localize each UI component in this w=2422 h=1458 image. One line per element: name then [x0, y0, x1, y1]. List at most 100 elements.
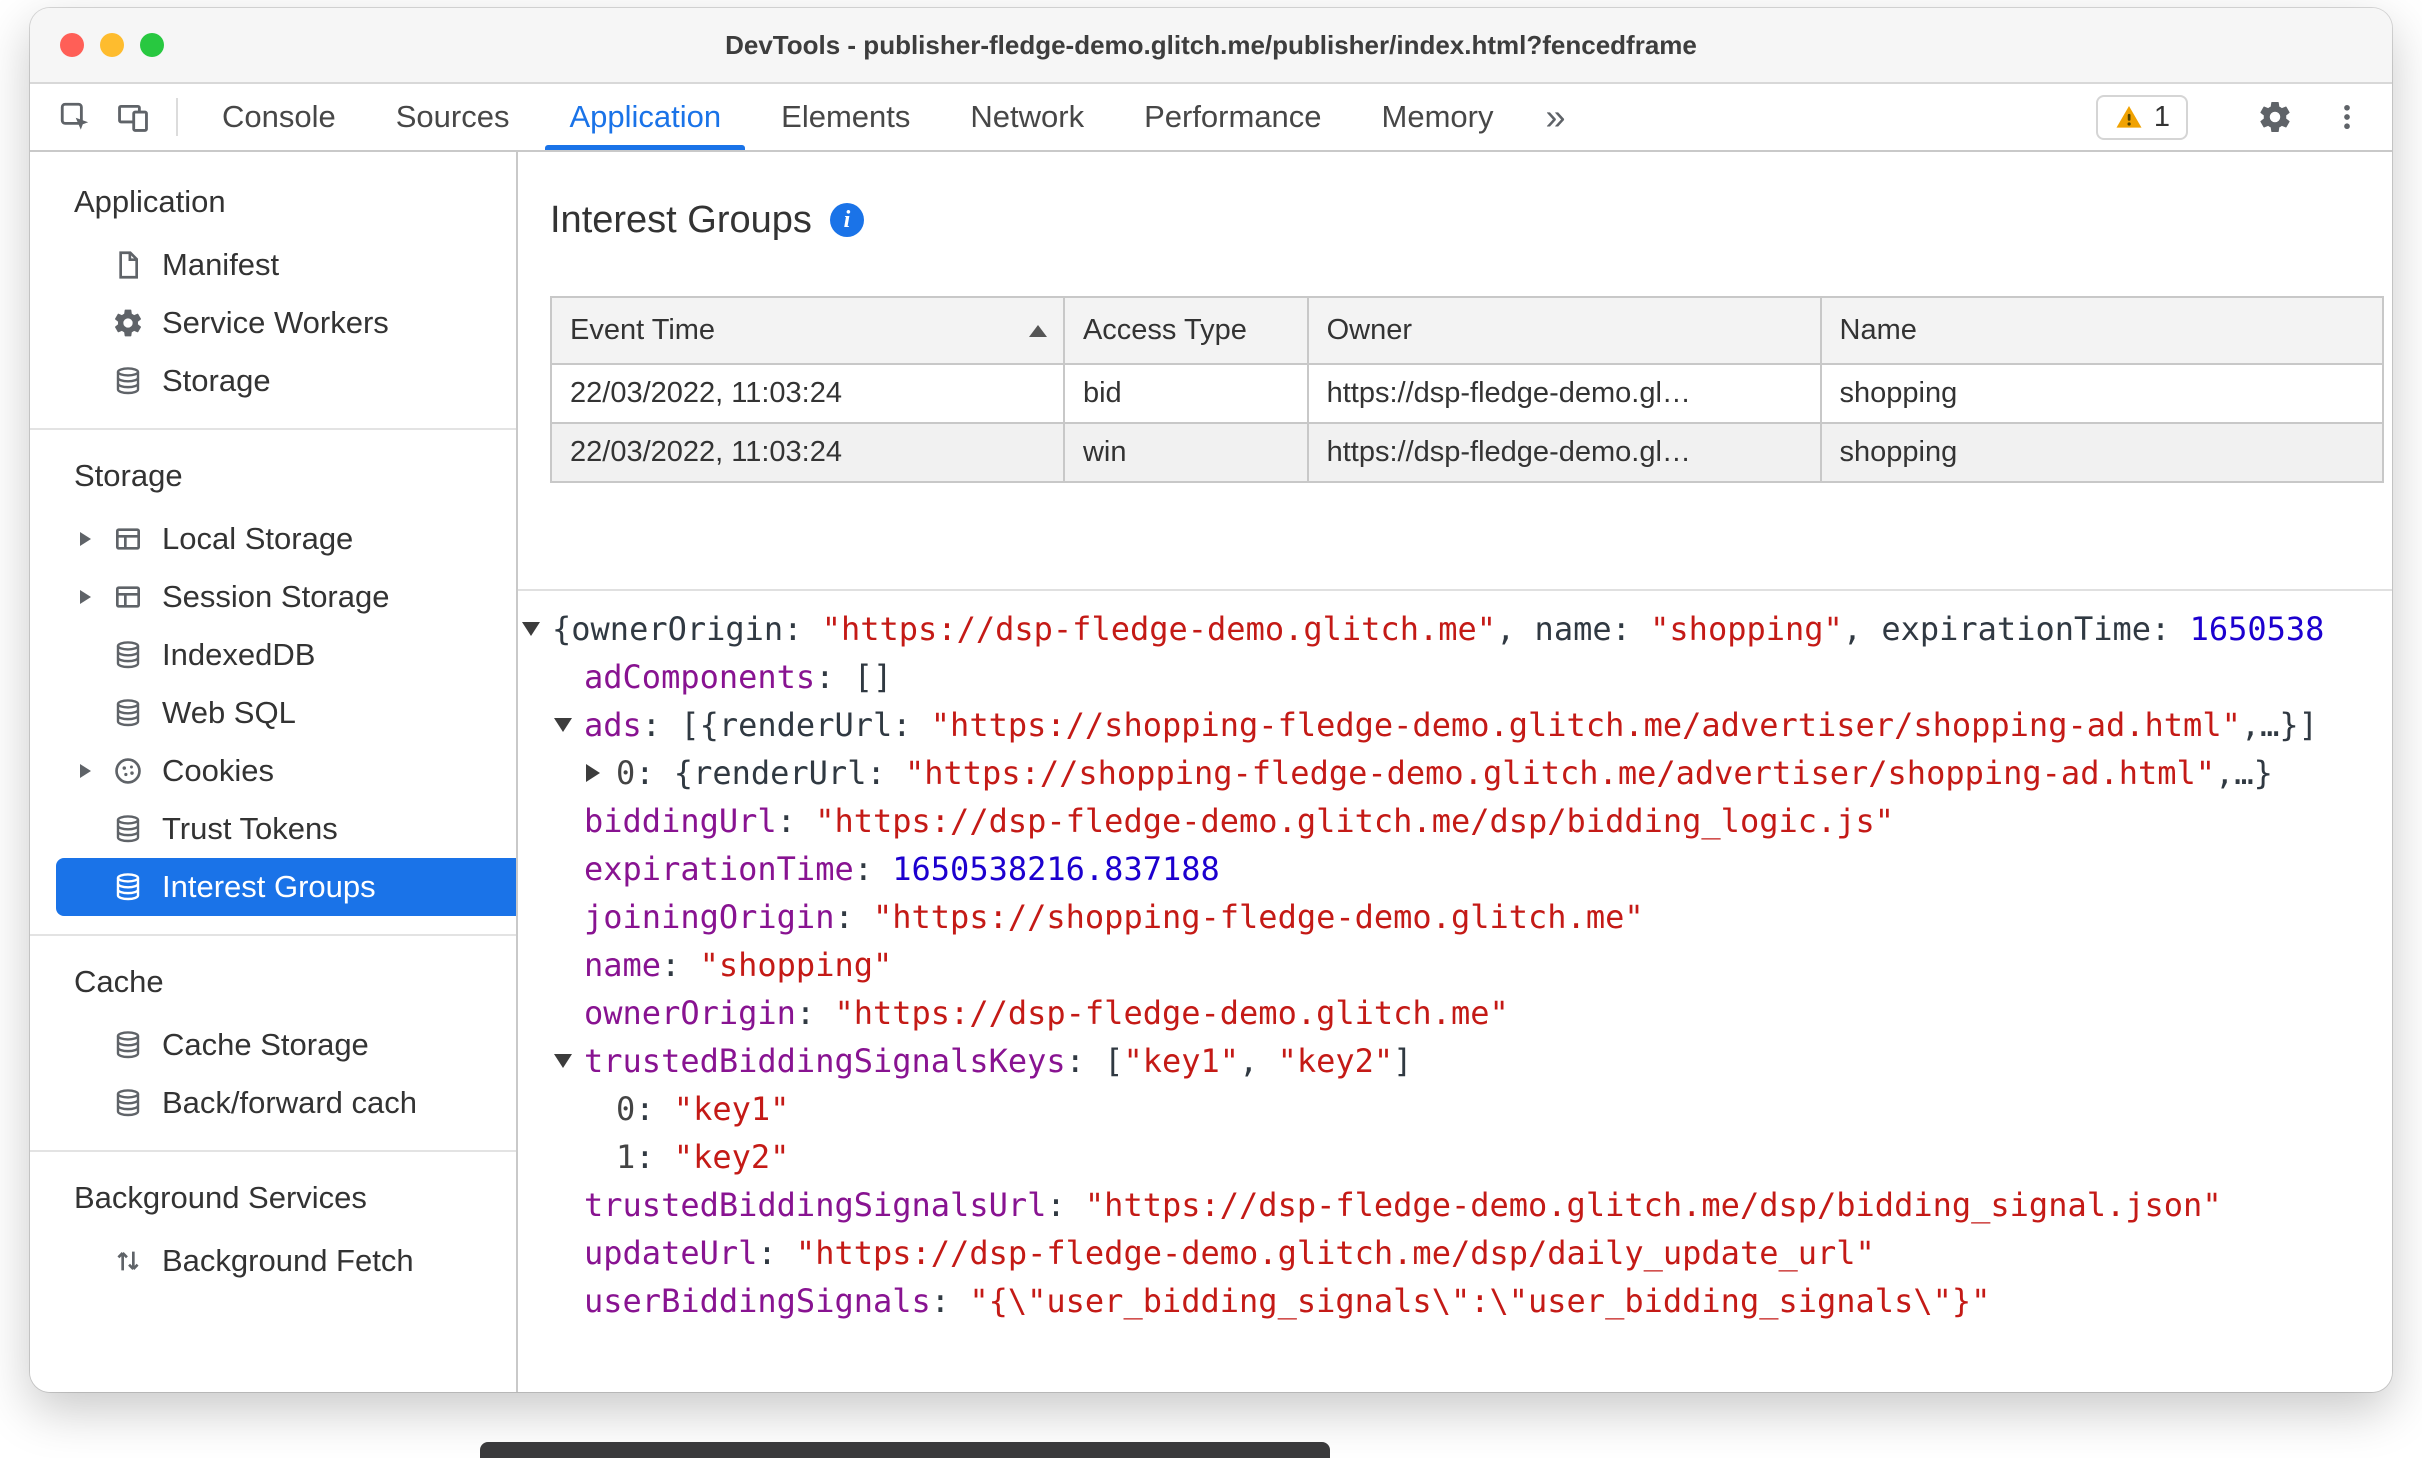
tree-line[interactable]: 0: {renderUrl: "https://shopping-fledge-… [586, 749, 2392, 797]
info-icon[interactable]: i [829, 203, 864, 237]
tree-line[interactable]: expirationTime: 1650538216.837188 [554, 845, 2392, 893]
tree-line-text: biddingUrl: "https://dsp-fledge-demo.gli… [584, 802, 1895, 840]
sidebar-item-storage[interactable]: Storage [30, 352, 516, 410]
table-cell: win [1062, 422, 1309, 483]
sidebar-item-manifest[interactable]: Manifest [30, 236, 516, 294]
tree-line-text: 0: "key1" [616, 1090, 790, 1128]
traffic-lights [60, 33, 164, 57]
tree-line-text: {ownerOrigin: "https://dsp-fledge-demo.g… [552, 610, 2325, 648]
sidebar-item-label: Storage [162, 363, 271, 398]
column-header-name[interactable]: Name [1819, 296, 2385, 365]
table-cell: 22/03/2022, 11:03:24 [550, 422, 1065, 483]
up-down-icon [110, 1243, 146, 1279]
tab-sources[interactable]: Sources [366, 84, 540, 150]
tree-line[interactable]: 1: "key2" [586, 1133, 2392, 1181]
page-title: Interest Groups [550, 198, 812, 241]
kebab-menu-icon[interactable] [2318, 100, 2376, 134]
tree-line[interactable]: trustedBiddingSignalsKeys: ["key1", "key… [554, 1037, 2392, 1085]
sidebar-item-label: Back/forward cach [162, 1085, 417, 1120]
sidebar-item-service-workers[interactable]: Service Workers [30, 294, 516, 352]
tab-elements[interactable]: Elements [751, 84, 940, 150]
disclosure-expanded-icon[interactable] [554, 718, 584, 732]
sidebar-item-cookies[interactable]: Cookies [30, 742, 516, 800]
table-cell: https://dsp-fledge-demo.gl… [1306, 422, 1822, 483]
tree-line[interactable]: joiningOrigin: "https://shopping-fledge-… [554, 893, 2392, 941]
tree-line[interactable]: adComponents: [] [554, 653, 2392, 701]
sidebar-item-background-fetch[interactable]: Background Fetch [30, 1232, 516, 1290]
tree-line[interactable]: 0: "key1" [586, 1085, 2392, 1133]
sidebar-item-label: Cache Storage [162, 1027, 369, 1062]
sidebar-item-label: Service Workers [162, 305, 389, 340]
window-titlebar: DevTools - publisher-fledge-demo.glitch.… [30, 8, 2392, 84]
sidebar-item-indexeddb[interactable]: IndexedDB [30, 626, 516, 684]
inspect-cursor-icon[interactable] [46, 84, 104, 150]
column-header-access-type[interactable]: Access Type [1062, 296, 1309, 365]
sidebar-section-header: Background Services [74, 1180, 367, 1215]
sidebar-item-cache-storage[interactable]: Cache Storage [30, 1016, 516, 1074]
tree-line[interactable]: ads: [{renderUrl: "https://shopping-fled… [554, 701, 2392, 749]
zoom-button[interactable] [140, 33, 164, 57]
sidebar-item-back-forward-cach[interactable]: Back/forward cach [30, 1074, 516, 1132]
column-header-owner[interactable]: Owner [1306, 296, 1822, 365]
devtools-body: Application Manifest Service Workers Storag… [30, 152, 2392, 1392]
sidebar-section-header: Cache [74, 964, 164, 999]
disclosure-collapsed-icon[interactable] [586, 764, 616, 782]
sidebar-section-cache: Cache Cache Storage Back/forward cach [30, 934, 516, 1150]
tree-line[interactable]: userBiddingSignals: "{\"user_bidding_sig… [554, 1277, 2392, 1325]
tree-line[interactable]: ownerOrigin: "https://dsp-fledge-demo.gl… [554, 989, 2392, 1037]
sidebar-section-storage: Storage Local Storage Session Storage Index… [30, 428, 516, 934]
sidebar-item-label: Session Storage [162, 579, 390, 614]
background-dock-fragment [480, 1442, 1330, 1458]
tree-line[interactable]: trustedBiddingSignalsUrl: "https://dsp-f… [554, 1181, 2392, 1229]
tab-console[interactable]: Console [192, 84, 366, 150]
sidebar-item-trust-tokens[interactable]: Trust Tokens [30, 800, 516, 858]
sidebar-item-session-storage[interactable]: Session Storage [30, 568, 516, 626]
tree-line-text: adComponents: [] [584, 658, 893, 696]
disclosure-expanded-icon[interactable] [522, 622, 552, 636]
table-row[interactable]: 22/03/2022, 11:03:24 win https://dsp-fledg… [550, 422, 2385, 483]
expand-chevron-icon[interactable] [80, 764, 110, 778]
sidebar-item-label: Web SQL [162, 695, 296, 730]
more-tabs-button[interactable]: » [1524, 84, 1588, 150]
tree-line-text: 1: "key2" [616, 1138, 790, 1176]
tree-line[interactable]: {ownerOrigin: "https://dsp-fledge-demo.g… [522, 605, 2392, 653]
tab-application[interactable]: Application [539, 84, 751, 150]
sidebar-item-web-sql[interactable]: Web SQL [30, 684, 516, 742]
sidebar-item-interest-groups[interactable]: Interest Groups [56, 858, 516, 916]
settings-gear-icon[interactable] [2246, 99, 2304, 135]
tab-performance[interactable]: Performance [1114, 84, 1351, 150]
sidebar-item-label: Cookies [162, 753, 274, 788]
tree-line-text: name: "shopping" [584, 946, 893, 984]
table-cell: shopping [1819, 422, 2385, 483]
table-icon [110, 521, 146, 557]
tab-memory[interactable]: Memory [1352, 84, 1524, 150]
warning-triangle-icon [2114, 102, 2144, 132]
table-cell: https://dsp-fledge-demo.gl… [1306, 363, 1822, 424]
tree-line-text: updateUrl: "https://dsp-fledge-demo.glit… [584, 1234, 1875, 1272]
gear-icon [110, 305, 146, 341]
toolbar-right-cluster: 1 [2095, 84, 2376, 150]
table-row[interactable]: 22/03/2022, 11:03:24 bid https://dsp-fledg… [550, 363, 2385, 424]
sidebar-item-local-storage[interactable]: Local Storage [30, 510, 516, 568]
tree-line[interactable]: biddingUrl: "https://dsp-fledge-demo.gli… [554, 797, 2392, 845]
tree-line-text: trustedBiddingSignalsUrl: "https://dsp-f… [584, 1186, 2222, 1224]
minimize-button[interactable] [100, 33, 124, 57]
window-title: DevTools - publisher-fledge-demo.glitch.… [725, 29, 1697, 60]
tree-line[interactable]: name: "shopping" [554, 941, 2392, 989]
column-header-event-time[interactable]: Event Time [550, 296, 1065, 365]
cookie-icon [110, 753, 146, 789]
devtools-tab-strip: Console Sources Application Elements Network… [192, 84, 1524, 150]
disclosure-expanded-icon[interactable] [554, 1054, 584, 1068]
device-toolbar-icon[interactable] [104, 84, 162, 150]
expand-chevron-icon[interactable] [80, 590, 110, 604]
application-sidebar: Application Manifest Service Workers Storag… [30, 152, 518, 1392]
column-header-label: Owner [1326, 314, 1413, 346]
expand-chevron-icon[interactable] [80, 532, 110, 546]
tree-line[interactable]: updateUrl: "https://dsp-fledge-demo.glit… [554, 1229, 2392, 1277]
issues-badge[interactable]: 1 [2095, 94, 2188, 140]
tab-network[interactable]: Network [940, 84, 1114, 150]
close-button[interactable] [60, 33, 84, 57]
table-cell: 22/03/2022, 11:03:24 [550, 363, 1065, 424]
sidebar-section-header: Application [74, 184, 226, 219]
tree-line-text: expirationTime: 1650538216.837188 [584, 850, 1220, 888]
